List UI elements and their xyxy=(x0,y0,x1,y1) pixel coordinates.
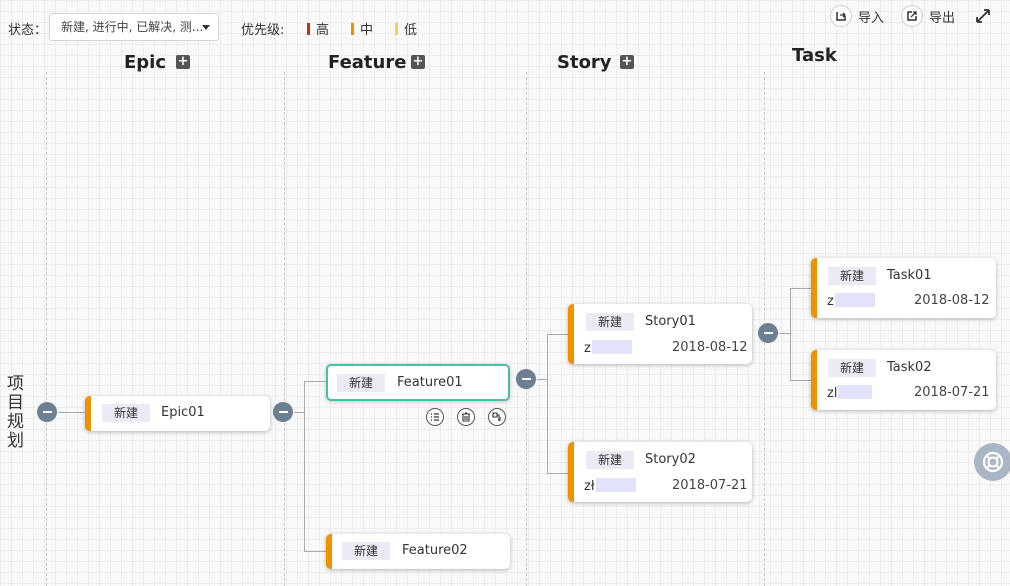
card-assignee: z xyxy=(827,293,875,309)
add-epic-button[interactable]: + xyxy=(176,55,190,69)
status-filter-select[interactable]: 新建, 进行中, 已解决, 测... xyxy=(49,13,219,41)
connector xyxy=(790,380,811,381)
card-task02[interactable]: 新建 Task02 zl 2018-07-21 xyxy=(811,350,996,410)
column-title-epic: Epic xyxy=(124,52,167,73)
column-divider xyxy=(526,72,527,586)
card-date: 2018-07-21 xyxy=(672,478,748,493)
card-task01[interactable]: 新建 Task01 z 2018-08-12 xyxy=(811,258,996,318)
column-title-task: Task xyxy=(792,45,837,66)
card-title: Feature01 xyxy=(397,375,463,390)
import-icon xyxy=(830,5,852,27)
connector xyxy=(304,551,326,552)
card-title: Task01 xyxy=(887,268,932,283)
connector xyxy=(547,334,568,335)
status-badge: 新建 xyxy=(342,542,391,560)
card-title: Task02 xyxy=(887,360,932,375)
assignee-redacted xyxy=(834,293,875,307)
column-title-story: Story xyxy=(557,52,612,73)
assignee-redacted xyxy=(591,340,632,354)
card-feature01[interactable]: 新建 Feature01 xyxy=(326,364,510,401)
connector xyxy=(790,288,811,289)
export-icon xyxy=(901,5,923,27)
collapse-feature01-toggle[interactable] xyxy=(516,369,536,389)
card-title: Story02 xyxy=(645,452,696,467)
help-icon xyxy=(982,451,1004,473)
priority-legend-high: 高 xyxy=(307,19,329,38)
priority-high-swatch xyxy=(307,23,310,35)
collapse-root-toggle[interactable] xyxy=(37,402,57,422)
card-assignee: zł xyxy=(584,478,636,494)
card-date: 2018-08-12 xyxy=(914,293,990,308)
priority-legend-low: 低 xyxy=(395,19,417,38)
card-date: 2018-08-12 xyxy=(672,340,748,355)
status-badge: 新建 xyxy=(337,374,386,392)
assignee-redacted xyxy=(838,385,873,399)
trash-icon[interactable] xyxy=(457,408,475,426)
collapse-story01-toggle[interactable] xyxy=(758,323,778,343)
card-assignee: zl xyxy=(827,385,873,401)
connector xyxy=(58,412,85,413)
connector xyxy=(547,473,568,474)
root-node-label: 项目规划 xyxy=(7,374,24,451)
card-epic01[interactable]: 新建 Epic01 xyxy=(85,396,270,431)
help-button[interactable] xyxy=(974,443,1010,481)
status-badge: 新建 xyxy=(828,267,877,285)
column-divider xyxy=(46,72,47,586)
connector xyxy=(294,412,304,413)
card-assignee: z xyxy=(584,340,632,356)
priority-medium-swatch xyxy=(351,23,354,35)
card-story02[interactable]: 新建 Story02 zł 2018-07-21 xyxy=(568,442,752,502)
priority-legend-label: 优先级: xyxy=(241,23,285,38)
priority-legend-medium: 中 xyxy=(351,19,373,38)
connector xyxy=(537,379,547,380)
card-title: Epic01 xyxy=(161,405,205,420)
card-title: Feature02 xyxy=(402,543,468,558)
connector xyxy=(778,333,790,334)
export-button[interactable]: 导出 xyxy=(901,4,955,28)
card-feature02[interactable]: 新建 Feature02 xyxy=(326,534,510,569)
add-feature-button[interactable]: + xyxy=(411,55,425,69)
column-title-feature: Feature xyxy=(328,52,407,73)
priority-low-swatch xyxy=(395,23,398,35)
assignee-redacted xyxy=(595,478,636,492)
status-badge: 新建 xyxy=(102,404,151,422)
card-date: 2018-07-21 xyxy=(914,385,990,400)
column-divider xyxy=(284,72,285,586)
connector xyxy=(790,288,791,380)
fullscreen-icon[interactable] xyxy=(975,8,991,24)
collapse-epic01-toggle[interactable] xyxy=(273,402,293,422)
status-badge: 新建 xyxy=(586,313,635,331)
status-filter-label: 状态： xyxy=(8,23,48,38)
connector xyxy=(304,381,326,382)
connector xyxy=(547,334,548,473)
chevron-down-icon xyxy=(202,25,210,30)
status-badge: 新建 xyxy=(586,451,635,469)
card-story01[interactable]: 新建 Story01 z 2018-08-12 xyxy=(568,304,752,364)
add-story-button[interactable]: + xyxy=(620,55,634,69)
connector xyxy=(304,381,305,551)
import-button[interactable]: 导入 xyxy=(830,4,884,28)
card-title: Story01 xyxy=(645,314,696,329)
add-child-icon[interactable] xyxy=(488,408,506,426)
list-icon[interactable] xyxy=(426,408,444,426)
status-badge: 新建 xyxy=(828,359,877,377)
status-filter-value: 新建, 进行中, 已解决, 测... xyxy=(61,20,204,34)
